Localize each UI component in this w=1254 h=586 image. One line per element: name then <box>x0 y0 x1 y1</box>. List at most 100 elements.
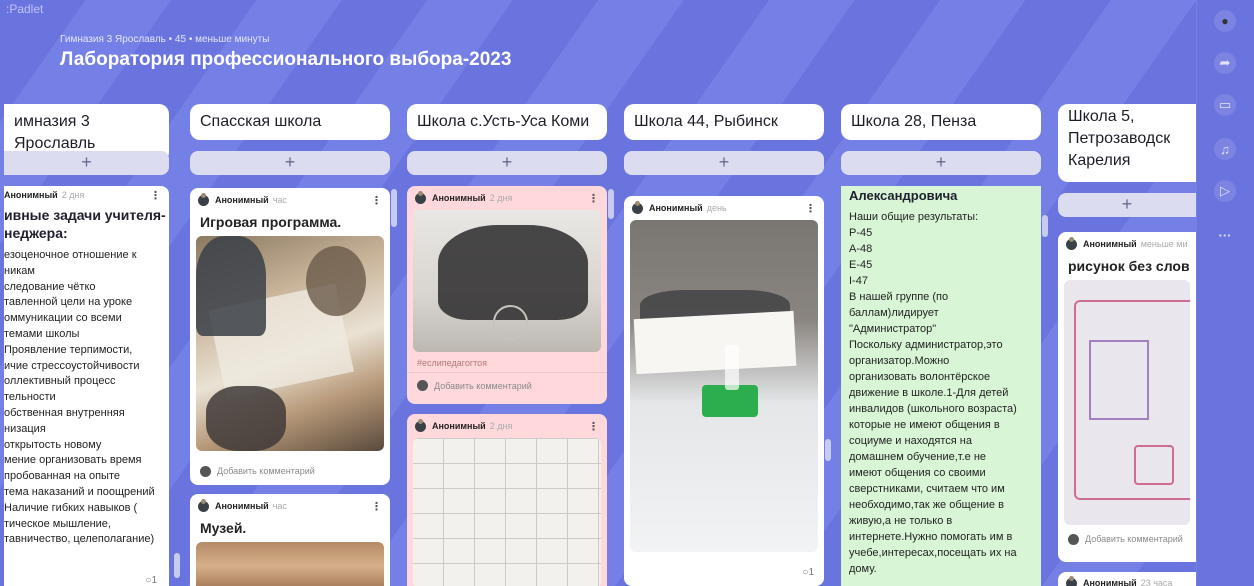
scrollbar[interactable] <box>1042 215 1048 237</box>
column-spasskaya: Спасская школа + Анонимный час ⋮ Игровая п… <box>190 0 390 586</box>
avatar <box>200 465 211 477</box>
post-card[interactable]: Анонимный час ⋮ Игровая программа. Добавит… <box>190 188 390 485</box>
post-body-line: открытость новому <box>4 438 102 451</box>
post-body-line: тическое мышление, <box>4 517 111 530</box>
post-body-line: мение организовать время <box>4 454 142 467</box>
post-author: Анонимный <box>1083 239 1137 249</box>
add-post-button[interactable]: + <box>624 151 824 175</box>
post-card[interactable]: Анонимный 2 дня ⋮ #еслипедагогтоя Добавить… <box>407 186 607 404</box>
add-post-button[interactable]: + <box>4 151 169 175</box>
column-heading[interactable]: Школа 28, Пенза <box>841 104 1041 140</box>
more-icon[interactable]: ··· <box>1212 222 1238 248</box>
comment-count[interactable]: ○1 <box>145 575 157 586</box>
add-comment-field[interactable]: Добавить комментарий <box>1085 534 1183 544</box>
column-ust-usa: Школа с.Усть-Уса Коми + Анонимный 2 дня ⋮ … <box>407 0 607 586</box>
column-heading[interactable]: Школа 44, Рыбинск <box>624 104 824 140</box>
slideshow-icon[interactable]: ▭ <box>1212 92 1238 118</box>
post-card[interactable]: Анонимный день ⋮ ○1 <box>624 196 824 586</box>
post-card[interactable]: Анонимный 2 дня ⋮ <box>407 414 607 586</box>
scrollbar[interactable] <box>391 189 397 227</box>
post-photo[interactable] <box>630 220 818 552</box>
add-post-button[interactable]: + <box>190 151 390 175</box>
add-post-button[interactable]: + <box>407 151 607 175</box>
post-body-line: которые не имеют общения в <box>849 419 1000 431</box>
post-body-line: Наличие гибких навыков ( <box>4 501 138 514</box>
post-author: Анонимный <box>432 421 486 431</box>
avatar <box>415 418 426 432</box>
post-hashtag: #еслипедагогтоя <box>417 358 488 368</box>
post-body-line: "Администратор" <box>849 323 937 335</box>
avatar <box>632 200 643 214</box>
post-menu-icon[interactable]: ⋮ <box>150 189 161 202</box>
scrollbar[interactable] <box>608 189 614 219</box>
post-menu-icon[interactable]: ⋮ <box>371 194 382 207</box>
column-heading[interactable]: Спасская школа <box>190 104 390 140</box>
post-title: Музей. <box>200 520 247 536</box>
post-body-line: езоценочное отношение к <box>4 249 137 261</box>
post-time: час <box>272 195 287 205</box>
post-body-line: темами школы <box>4 327 80 340</box>
post-card[interactable]: Александровича Наши общие результаты: Р-4… <box>841 186 1041 586</box>
post-body-line: Е-45 <box>849 259 873 271</box>
add-post-button[interactable]: + <box>1058 193 1196 217</box>
post-body-line: живую,а не только в <box>849 515 953 527</box>
post-body-line: никам <box>4 264 35 277</box>
profile-avatar[interactable]: ● <box>1212 8 1238 34</box>
post-menu-icon[interactable]: ⋮ <box>805 202 816 215</box>
post-title: Александровича <box>849 188 958 203</box>
post-author: Анонимный <box>649 203 703 213</box>
post-body-line: домашнем обучение,т.е не <box>849 451 987 463</box>
post-photo[interactable] <box>196 542 384 586</box>
post-title: Игровая программа. <box>200 214 342 230</box>
column-heading[interactable]: Школа 5, Петрозаводск Карелия <box>1058 104 1196 182</box>
add-comment-field[interactable]: Добавить комментарий <box>434 381 532 391</box>
post-body-line: сверстниками, считаем что им <box>849 483 1005 495</box>
post-time: день <box>706 203 727 213</box>
post-time: 2 дня <box>489 421 513 431</box>
post-photo[interactable] <box>1064 280 1190 525</box>
post-body-line: Проявление терпимости, <box>4 343 133 356</box>
post-body-line: тема наказаний и поощрений <box>4 485 155 498</box>
post-card[interactable]: Анонимный меньше ми рисунок без слов Доба… <box>1058 232 1196 562</box>
post-body-line: низация <box>4 422 46 435</box>
add-comment-field[interactable]: Добавить комментарий <box>217 466 315 476</box>
bell-icon[interactable]: ♫ <box>1212 136 1238 162</box>
post-photo[interactable] <box>413 438 601 586</box>
post-body-line: А-48 <box>849 243 873 255</box>
column-heading[interactable]: Школа с.Усть-Уса Коми <box>407 104 607 140</box>
post-body-line: Р-45 <box>849 227 873 239</box>
post-body-line: учебе,интересах,посещать их на <box>849 547 1017 559</box>
post-body-line: интернете.Нужно помогать им в <box>849 531 1013 543</box>
post-body-line: тавничество, целеполагание) <box>4 533 155 546</box>
avatar <box>1066 236 1077 250</box>
post-author: Анонимный <box>215 195 269 205</box>
post-body-line: необходимо,так же общение в <box>849 499 1004 511</box>
avatar <box>417 380 428 391</box>
comment-count[interactable]: ○1 <box>802 567 814 578</box>
post-time: 23 часа <box>1140 578 1173 586</box>
post-photo[interactable] <box>196 236 384 451</box>
play-icon[interactable]: ▷ <box>1212 178 1238 204</box>
post-card[interactable]: Анонимный час ⋮ Музей. <box>190 494 390 586</box>
add-post-button[interactable]: + <box>841 151 1041 175</box>
share-icon[interactable]: ➦ <box>1212 50 1238 76</box>
avatar <box>1068 533 1079 545</box>
post-author: Анонимный <box>1083 578 1137 586</box>
post-menu-icon[interactable]: ⋮ <box>588 192 599 205</box>
post-menu-icon[interactable]: ⋮ <box>371 500 382 513</box>
post-body-line: оммуникации со всеми <box>4 312 122 325</box>
post-body-line: дому. <box>849 563 877 575</box>
post-body-line: обственная внутренняя <box>4 406 125 419</box>
post-menu-icon[interactable]: ⋮ <box>588 420 599 433</box>
post-body-line: движение в школе.1-Для детей <box>849 387 1009 399</box>
post-body-line: В нашей группе (по <box>849 291 949 303</box>
post-card[interactable]: Анонимный 2 дня ⋮ ивные задачи учителя- … <box>4 186 169 586</box>
post-photo[interactable] <box>413 210 601 352</box>
post-body-line: инвалидов (школьного возраста) <box>849 403 1017 415</box>
post-body-line: Поскольку администратор,это <box>849 339 1003 351</box>
column-petrozavodsk: Школа 5, Петрозаводск Карелия + Анонимны… <box>1058 0 1196 586</box>
column-rybinsk: Школа 44, Рыбинск + Анонимный день ⋮ ○1 <box>624 0 824 586</box>
scrollbar[interactable] <box>825 439 831 461</box>
scrollbar[interactable] <box>174 553 180 578</box>
post-card[interactable]: Анонимный 23 часа <box>1058 572 1196 586</box>
